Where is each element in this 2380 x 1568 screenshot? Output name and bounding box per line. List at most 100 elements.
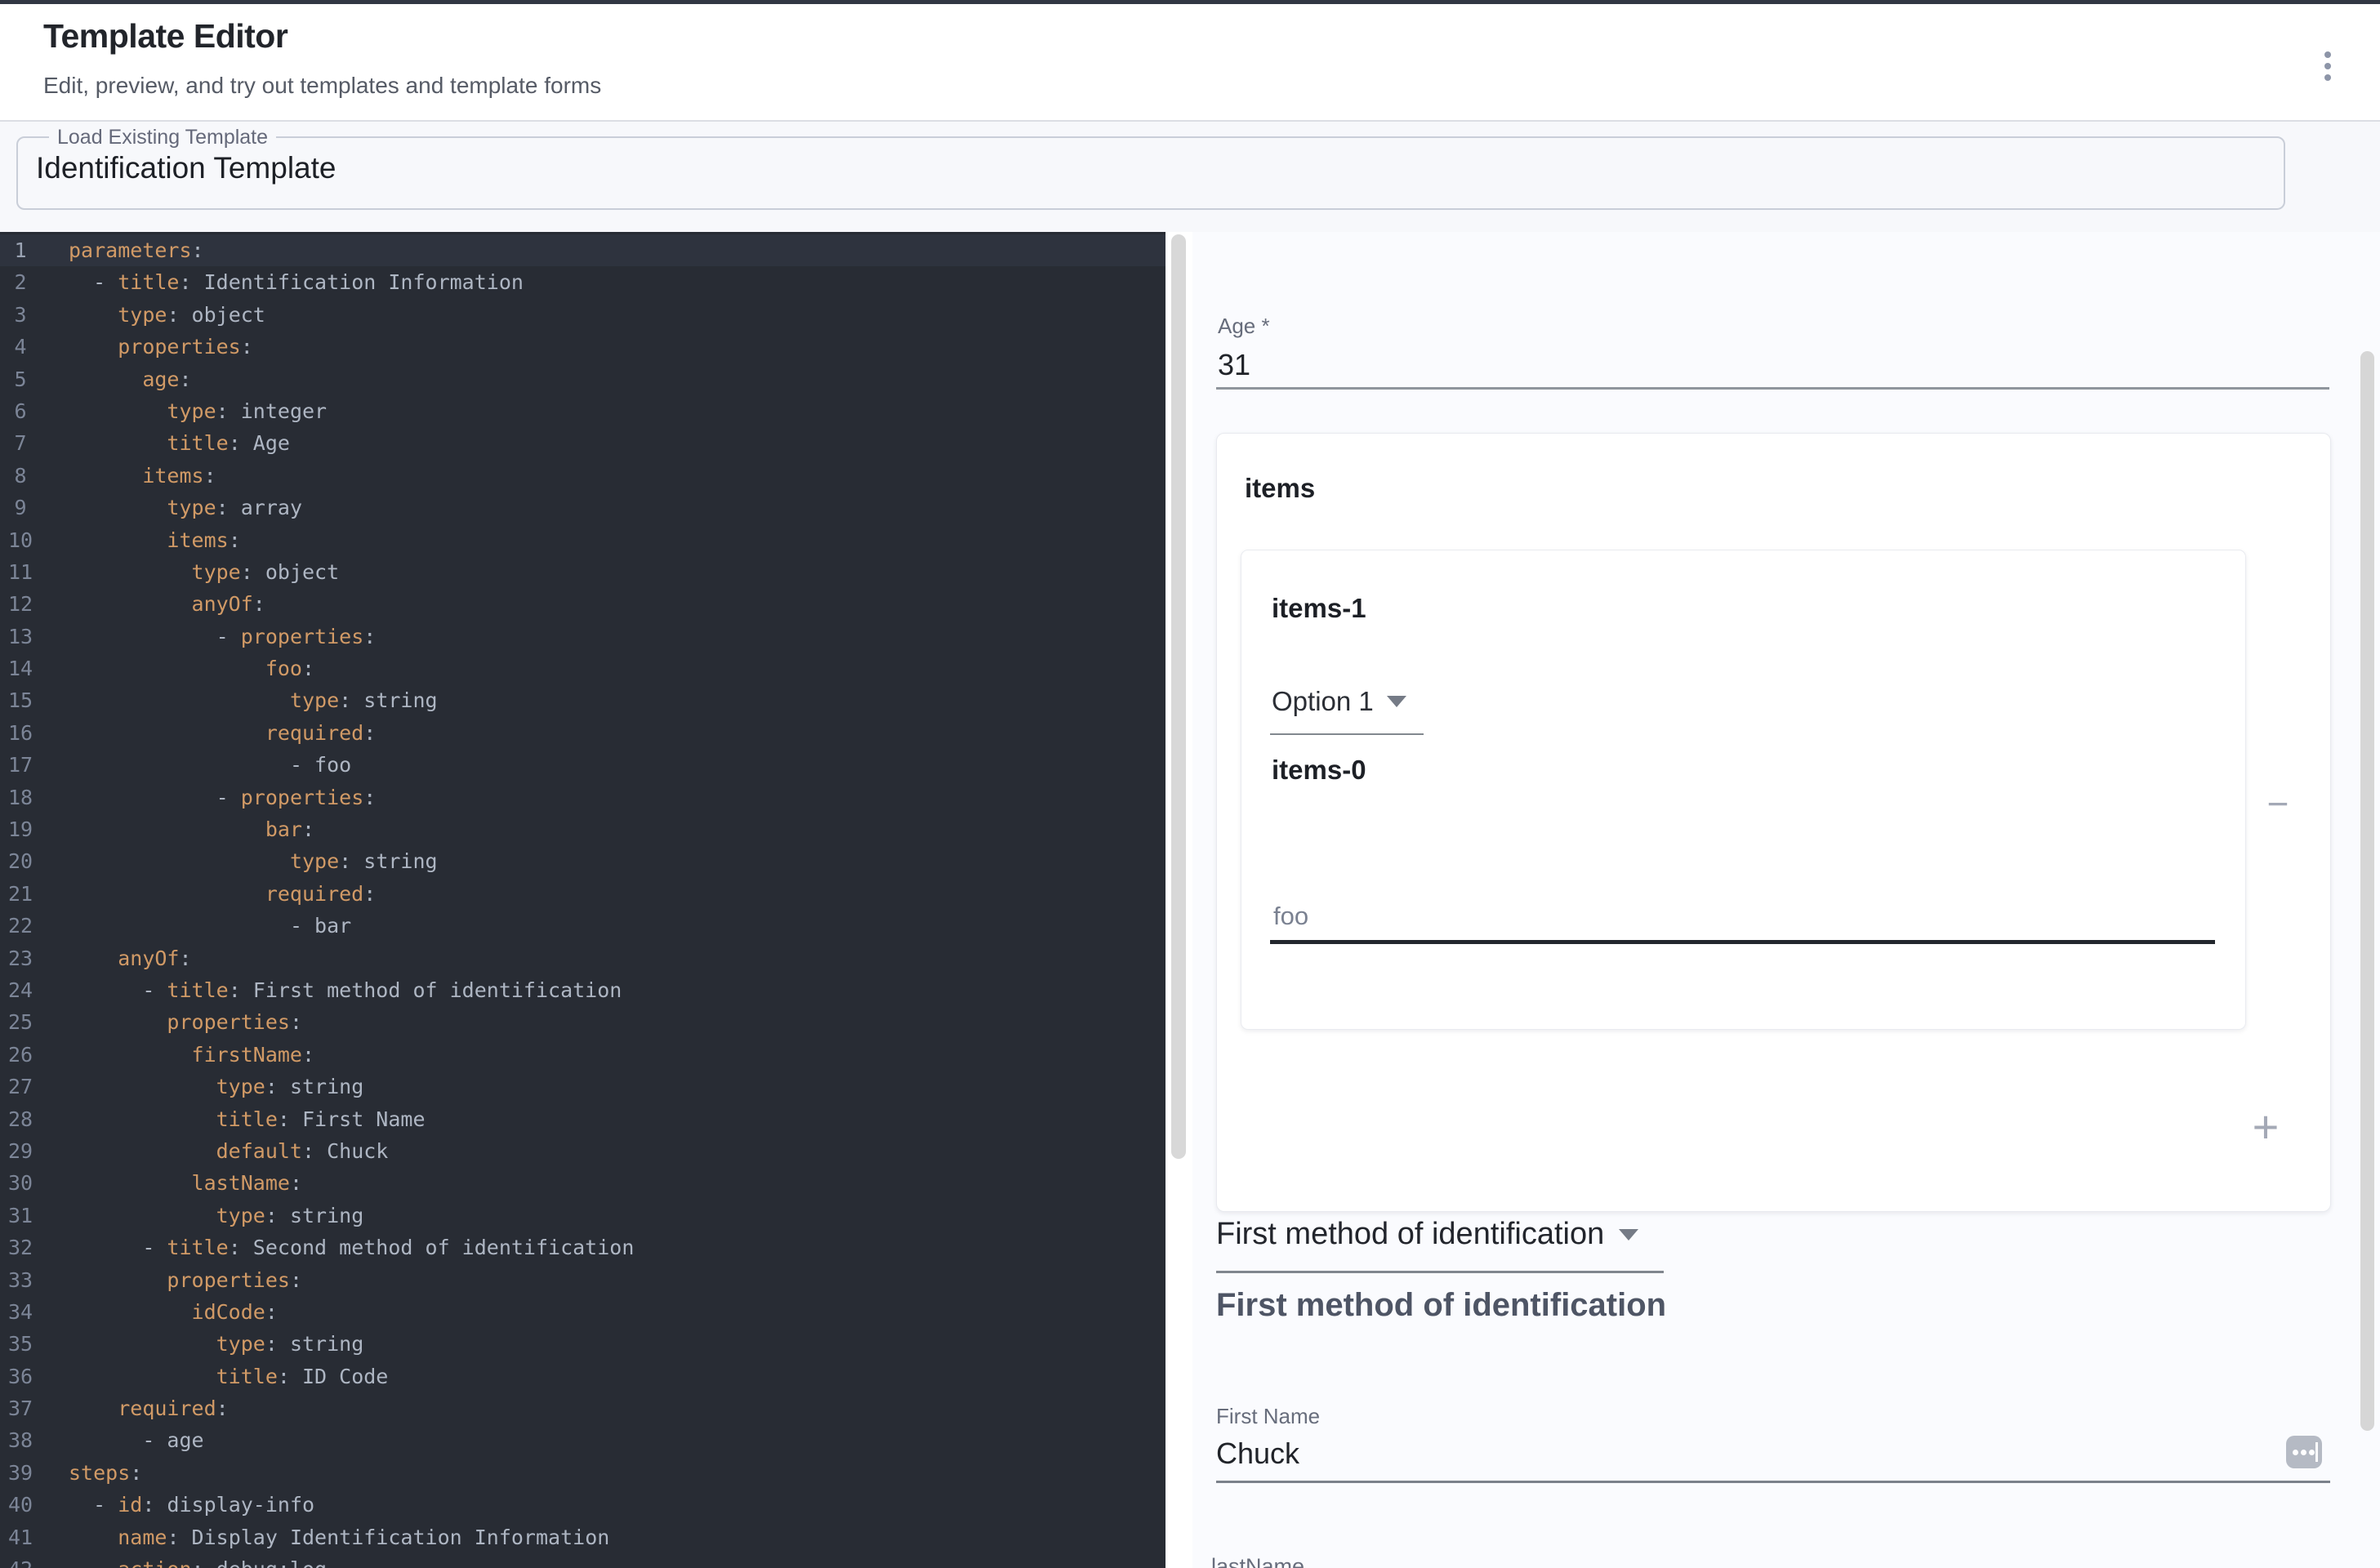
first-name-label: First Name: [1216, 1404, 1320, 1429]
page-subtitle: Edit, preview, and try out templates and…: [43, 73, 601, 99]
foo-input-focused[interactable]: [1270, 940, 2215, 944]
line-number: 9: [0, 492, 41, 523]
code-line: 27 type: string: [0, 1071, 1165, 1102]
code-line: 29 default: Chuck: [0, 1135, 1165, 1167]
option-select[interactable]: Option 1: [1272, 686, 1406, 717]
code-line: 24 - title: First method of identificati…: [0, 974, 1165, 1006]
line-number: 10: [0, 524, 41, 556]
line-number: 25: [0, 1006, 41, 1038]
dropdown-arrow-icon: [1619, 1229, 1638, 1241]
code-line: 7 title: Age: [0, 427, 1165, 459]
code-line: 11 type: object: [0, 556, 1165, 588]
method-select[interactable]: First method of identification: [1216, 1217, 1638, 1252]
line-number: 6: [0, 395, 41, 427]
code-line: 25 properties:: [0, 1006, 1165, 1038]
line-number: 30: [0, 1167, 41, 1199]
code-line: 16 required:: [0, 717, 1165, 749]
code-line: 17 - foo: [0, 749, 1165, 781]
line-number: 16: [0, 717, 41, 749]
option-select-underline: [1270, 733, 1424, 735]
code-line: 41 name: Display Identification Informat…: [0, 1521, 1165, 1553]
code-line: 10 items:: [0, 524, 1165, 556]
option-select-value: Option 1: [1272, 686, 1374, 717]
items-card: items items-1 Option 1 items-0 foo − +: [1216, 433, 2331, 1212]
line-number: 1: [0, 234, 41, 266]
code-line: 35 type: string: [0, 1328, 1165, 1360]
code-line: 20 type: string: [0, 845, 1165, 877]
line-number: 29: [0, 1135, 41, 1167]
code-line: 2 - title: Identification Information: [0, 266, 1165, 298]
load-template-value: Identification Template: [36, 151, 2284, 185]
remove-item-button[interactable]: −: [2253, 779, 2302, 828]
template-variable-icon[interactable]: [2286, 1436, 2322, 1468]
code-line: 34 idCode:: [0, 1296, 1165, 1328]
code-line: 15 type: string: [0, 684, 1165, 716]
items-1-card: items-1 Option 1 items-0 foo: [1241, 550, 2246, 1030]
page-header: Template Editor Edit, preview, and try o…: [0, 4, 2380, 120]
code-line: 40 - id: display-info: [0, 1489, 1165, 1521]
line-number: 11: [0, 556, 41, 588]
line-number: 5: [0, 363, 41, 395]
yaml-editor[interactable]: 1parameters:2 - title: Identification In…: [0, 232, 1165, 1568]
line-number: 20: [0, 845, 41, 877]
first-name-input[interactable]: Chuck: [1216, 1437, 1299, 1471]
load-template-select[interactable]: Load Existing Template Identification Te…: [16, 125, 2285, 210]
load-template-label: Load Existing Template: [49, 125, 276, 149]
line-number: 33: [0, 1264, 41, 1296]
template-editor-app: Template Editor Edit, preview, and try o…: [0, 0, 2380, 1568]
method-select-underline: [1216, 1271, 1664, 1273]
code-line: 23 anyOf:: [0, 942, 1165, 974]
line-number: 35: [0, 1328, 41, 1360]
line-number: 42: [0, 1553, 41, 1568]
method-section-heading: First method of identification: [1216, 1287, 1666, 1324]
code-line: 37 required:: [0, 1392, 1165, 1424]
line-number: 18: [0, 782, 41, 813]
line-number: 21: [0, 878, 41, 910]
method-select-value: First method of identification: [1216, 1217, 1604, 1252]
line-number: 4: [0, 331, 41, 363]
line-number: 40: [0, 1489, 41, 1521]
items-1-title: items-1: [1272, 593, 1366, 624]
code-line: 12 anyOf:: [0, 588, 1165, 620]
minus-icon: −: [2267, 782, 2289, 826]
line-number: 38: [0, 1424, 41, 1456]
line-number: 28: [0, 1103, 41, 1135]
code-line: 5 age:: [0, 363, 1165, 395]
kebab-menu-icon[interactable]: [2310, 37, 2346, 96]
page-scrollbar-thumb[interactable]: [2360, 351, 2374, 1431]
items-card-title: items: [1245, 473, 1315, 504]
editor-scrollbar-thumb[interactable]: [1171, 234, 1186, 1159]
code-line: 32 - title: Second method of identificat…: [0, 1232, 1165, 1263]
line-number: 12: [0, 588, 41, 620]
line-number: 7: [0, 427, 41, 459]
line-number: 31: [0, 1200, 41, 1232]
code-line: 31 type: string: [0, 1200, 1165, 1232]
age-input[interactable]: 31: [1218, 348, 1250, 382]
code-line: 3 type: object: [0, 299, 1165, 331]
line-number: 17: [0, 749, 41, 781]
code-line: 39steps:: [0, 1457, 1165, 1489]
line-number: 24: [0, 974, 41, 1006]
add-item-button[interactable]: +: [2241, 1102, 2290, 1151]
code-line: 21 required:: [0, 878, 1165, 910]
code-line: 36 title: ID Code: [0, 1361, 1165, 1392]
line-number: 3: [0, 299, 41, 331]
code-line: 28 title: First Name: [0, 1103, 1165, 1135]
first-name-underline: [1216, 1481, 2330, 1483]
code-line: 38 - age: [0, 1424, 1165, 1456]
code-line: 13 - properties:: [0, 621, 1165, 653]
line-number: 34: [0, 1296, 41, 1328]
line-number: 15: [0, 684, 41, 716]
code-line: 14 foo:: [0, 653, 1165, 684]
line-number: 8: [0, 460, 41, 492]
code-line: 18 - properties:: [0, 782, 1165, 813]
line-number: 41: [0, 1521, 41, 1553]
line-number: 22: [0, 910, 41, 942]
line-number: 37: [0, 1392, 41, 1424]
age-input-underline: [1216, 387, 2329, 390]
code-line: 33 properties:: [0, 1264, 1165, 1296]
foo-input-label: foo: [1273, 902, 1308, 931]
form-preview-panel: Age * 31 items items-1 Option 1 items-0 …: [1192, 232, 2380, 1568]
code-line: 19 bar:: [0, 813, 1165, 845]
line-number: 26: [0, 1039, 41, 1071]
